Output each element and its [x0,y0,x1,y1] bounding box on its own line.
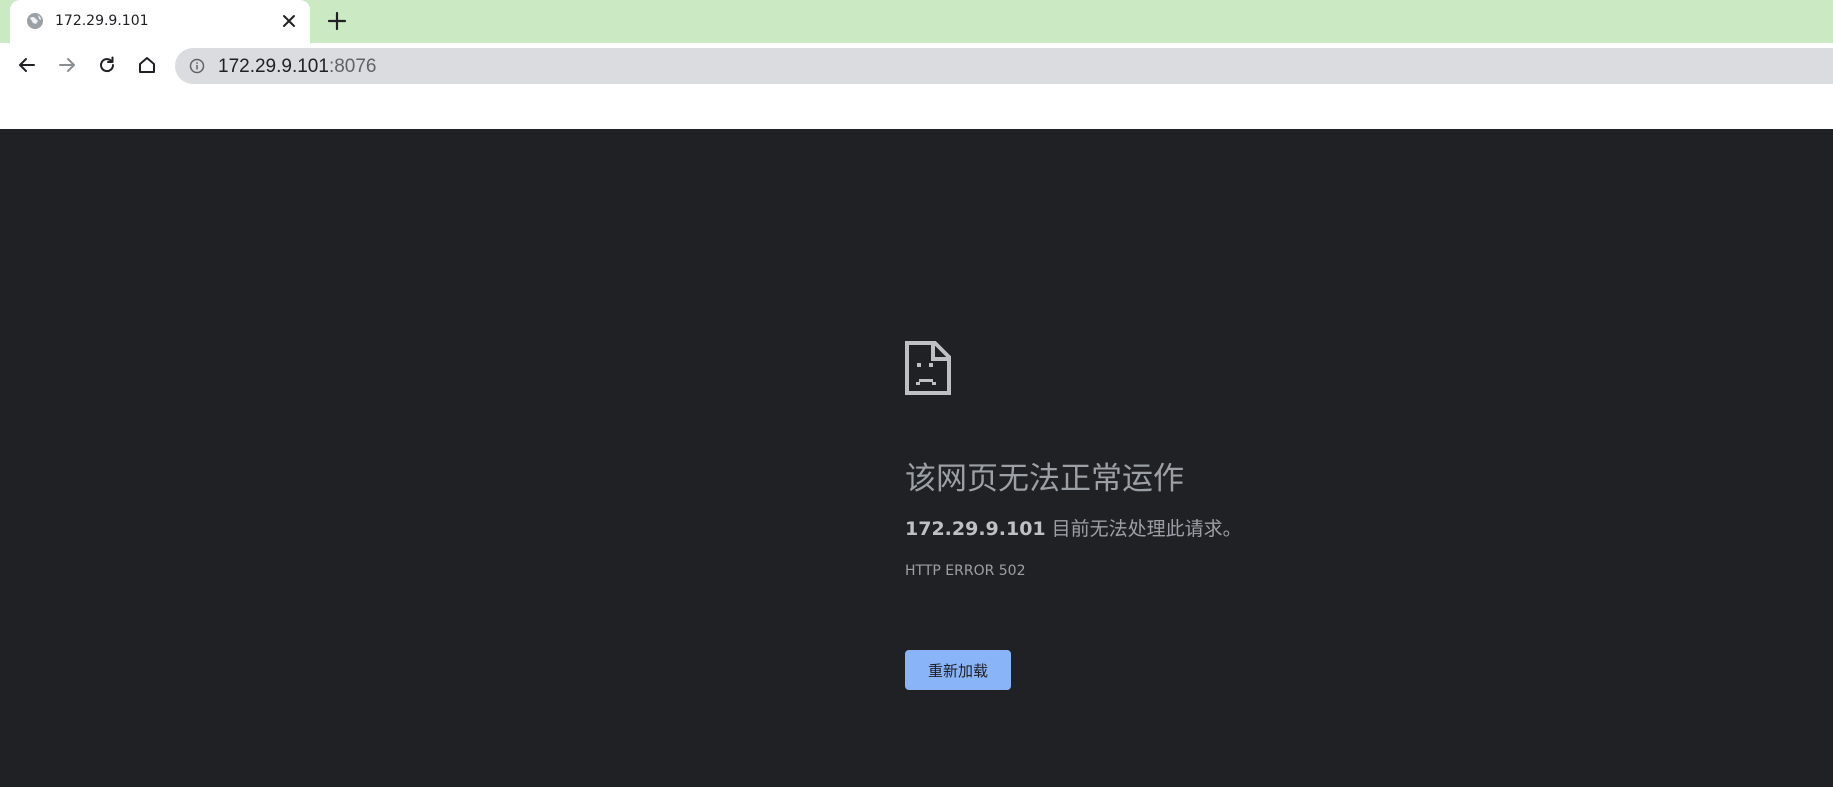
error-page: 该网页无法正常运作 172.29.9.101 目前无法处理此请求。 HTTP E… [0,129,1833,787]
error-heading: 该网页无法正常运作 [905,461,1184,497]
globe-icon [26,12,44,30]
error-host: 172.29.9.101 [905,518,1046,540]
sad-page-icon [905,341,951,395]
arrow-right-icon[interactable] [53,51,81,79]
error-description-text: 目前无法处理此请求。 [1045,518,1242,540]
browser-toolbar: 172.29.9.101:8076 [0,43,1833,129]
error-code: HTTP ERROR 502 [905,563,1026,579]
arrow-left-icon[interactable] [13,51,41,79]
address-url: 172.29.9.101:8076 [218,56,377,78]
url-port: :8076 [328,56,377,77]
url-host: 172.29.9.101 [218,56,329,77]
reload-button[interactable]: 重新加载 [905,650,1011,690]
address-bar[interactable]: 172.29.9.101:8076 [175,48,1833,84]
info-icon[interactable] [189,58,205,74]
browser-tab[interactable]: 172.29.9.101 [10,0,310,43]
tab-title: 172.29.9.101 [55,13,149,29]
error-description: 172.29.9.101 目前无法处理此请求。 [905,514,1242,541]
reload-icon[interactable] [93,51,121,79]
home-icon[interactable] [133,51,161,79]
tab-strip: 172.29.9.101 [0,0,1833,43]
plus-icon[interactable] [326,10,348,32]
close-icon[interactable] [280,12,298,30]
